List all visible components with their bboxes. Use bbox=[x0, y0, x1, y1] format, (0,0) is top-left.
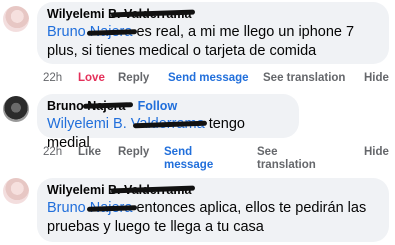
comment-bubble: Bruno Najera · Follow Wilyelemi B. Valde… bbox=[37, 94, 299, 151]
avatar[interactable] bbox=[3, 178, 29, 204]
reaction-button[interactable]: Love bbox=[78, 72, 105, 84]
send-message-button[interactable]: Send message bbox=[164, 146, 214, 172]
see-translation-button[interactable]: See translation bbox=[257, 146, 327, 172]
mention-link[interactable]: Bruno Najera bbox=[47, 23, 138, 42]
comment-header: Bruno Najera · Follow bbox=[47, 97, 289, 115]
comment-bubble: Wilyelemi B. Valderrama Bruno Najera ent… bbox=[37, 178, 389, 242]
reaction-button[interactable]: Like bbox=[78, 146, 101, 158]
reply-button[interactable]: Reply bbox=[118, 146, 149, 158]
hide-button[interactable]: Hide bbox=[364, 146, 389, 158]
follow-button[interactable]: · Follow bbox=[130, 99, 177, 113]
mention-link[interactable]: Bruno Najera bbox=[47, 199, 138, 218]
comment-author[interactable]: Wilyelemi B. Valderrama bbox=[47, 183, 196, 197]
comment-bubble: Wilyelemi B. Valderrama Bruno Najera es … bbox=[37, 2, 389, 64]
avatar[interactable] bbox=[3, 6, 29, 32]
hide-button[interactable]: Hide bbox=[364, 72, 389, 84]
see-translation-button[interactable]: See translation bbox=[263, 72, 345, 84]
reply-button[interactable]: Reply bbox=[118, 72, 149, 84]
avatar[interactable] bbox=[3, 96, 29, 122]
comment-author[interactable]: Wilyelemi B. Valderrama bbox=[47, 7, 196, 21]
mention-link[interactable]: Wilyelemi B. Valderrama bbox=[47, 115, 208, 134]
comment-text: Bruno Najera es real, a mi me llego un i… bbox=[47, 23, 355, 59]
comment-author[interactable]: Bruno Najera bbox=[47, 99, 134, 113]
timestamp[interactable]: 22h bbox=[43, 146, 62, 158]
timestamp[interactable]: 22h bbox=[43, 72, 62, 84]
comment-text: Bruno Najera entonces aplica, ellos te p… bbox=[47, 199, 367, 235]
send-message-button[interactable]: Send message bbox=[168, 72, 249, 84]
